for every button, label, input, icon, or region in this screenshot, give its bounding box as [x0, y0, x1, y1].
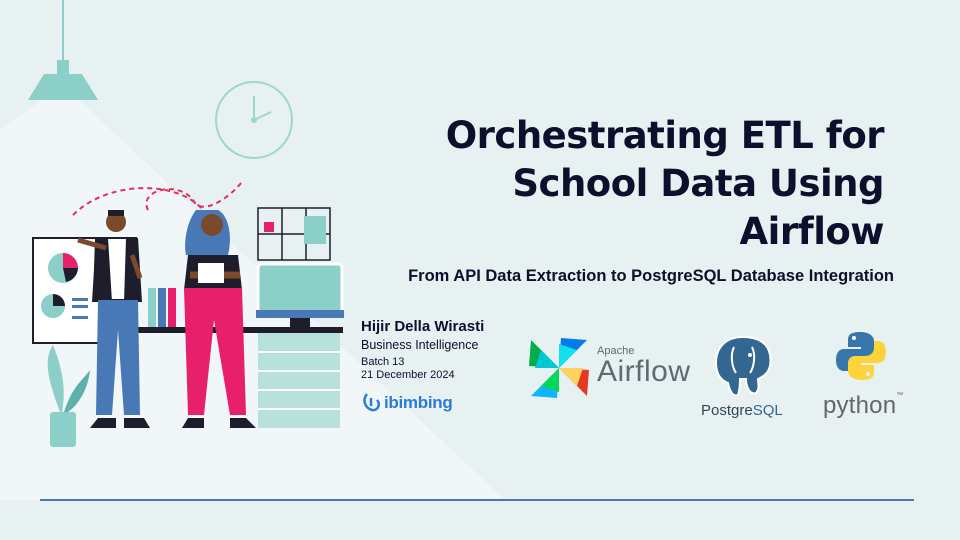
presentation-date: 21 December 2024: [361, 369, 455, 381]
author-name: Hijir Della Wirasti: [361, 318, 485, 335]
slide-subtitle: From API Data Extraction to PostgreSQL D…: [408, 267, 894, 285]
author-batch: Batch 13: [361, 356, 405, 368]
postgresql-label-b: SQL: [752, 402, 783, 419]
ibimbing-wordmark: ibimbing: [384, 393, 453, 412]
ceiling-lamp-icon: [28, 0, 98, 100]
airflow-pinwheel-icon: [529, 338, 589, 398]
airflow-logo: Apache Airflow: [597, 345, 691, 387]
slide-title: Orchestrating ETL for School Data Using …: [445, 114, 885, 253]
postgresql-logo: PostgreSQL: [701, 402, 783, 419]
airflow-name-label: Airflow: [597, 355, 691, 388]
ibimbing-logo: ibimbing: [363, 392, 453, 414]
python-logo: python™: [823, 392, 903, 420]
author-role: Business Intelligence: [361, 338, 479, 352]
python-label: python: [823, 392, 897, 419]
wall-clock-icon: [215, 81, 293, 159]
python-trademark: ™: [896, 392, 904, 399]
author-block: Hijir Della Wirasti Business Intelligenc…: [361, 318, 484, 382]
python-logo-icon: [836, 332, 886, 380]
ibimbing-logo-icon: [363, 393, 381, 412]
postgresql-elephant-icon: [714, 335, 772, 397]
postgresql-label-a: Postgre: [701, 402, 753, 419]
office-illustration: [32, 180, 344, 447]
bottom-divider: [40, 499, 914, 501]
